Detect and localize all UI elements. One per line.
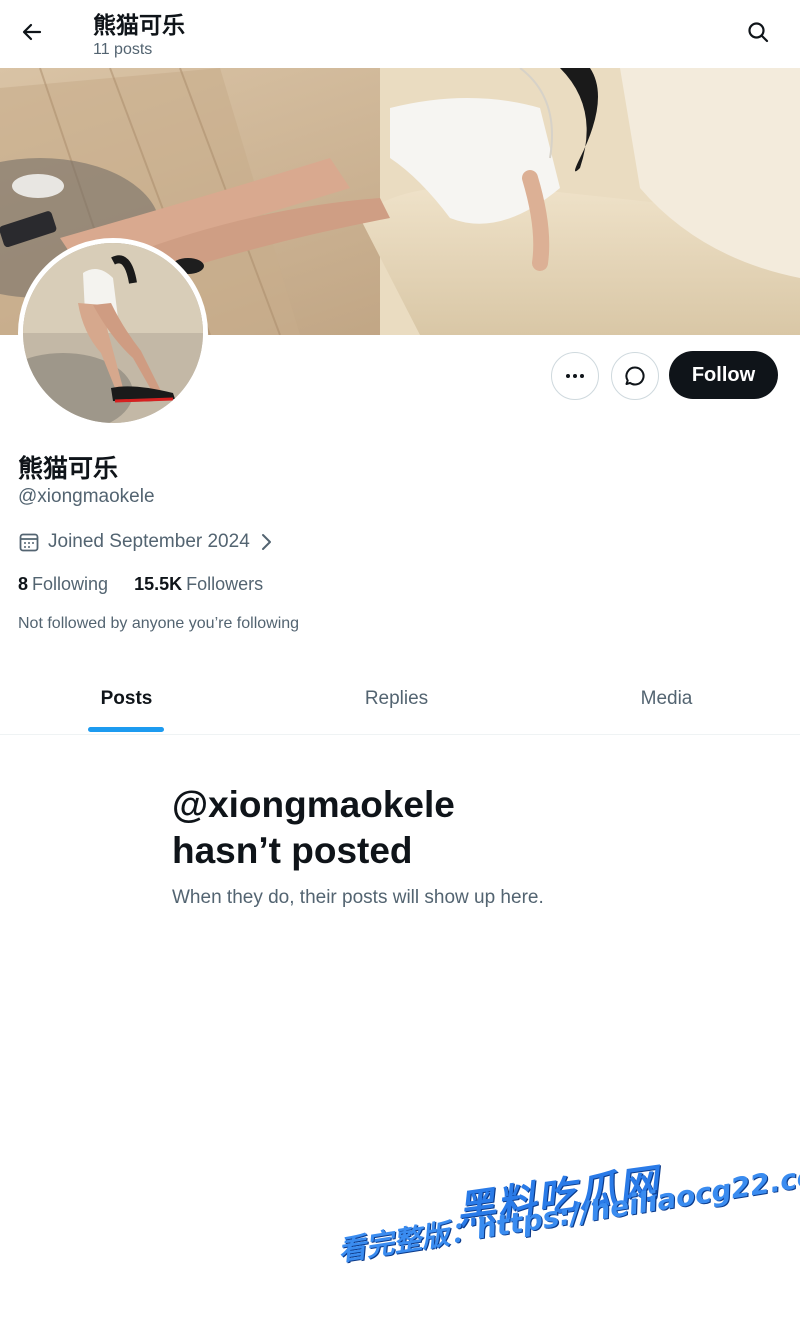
following-stat[interactable]: 8 Following	[18, 574, 108, 595]
joined-text: Joined September 2024	[48, 531, 250, 552]
message-icon	[625, 366, 645, 386]
tab-replies[interactable]: Replies	[270, 664, 523, 734]
follow-stats: 8 Following 15.5K Followers	[18, 574, 263, 595]
following-count: 8	[18, 574, 29, 594]
more-options-button[interactable]	[551, 352, 599, 400]
follow-button[interactable]: Follow	[669, 351, 778, 399]
message-button[interactable]	[611, 352, 659, 400]
joined-date[interactable]: Joined September 2024	[18, 530, 274, 554]
search-icon	[748, 22, 769, 43]
empty-state-title: @xiongmaokele hasn’t posted	[172, 782, 672, 874]
empty-state-subtitle: When they do, their posts will show up h…	[172, 887, 544, 908]
search-button[interactable]	[740, 14, 776, 50]
more-icon	[566, 374, 584, 378]
header-post-count: 11 posts	[93, 41, 153, 58]
followers-stat[interactable]: 15.5K Followers	[134, 574, 263, 595]
arrow-left-icon	[22, 23, 42, 41]
tab-media[interactable]: Media	[540, 664, 793, 734]
followers-count: 15.5K	[134, 574, 183, 594]
empty-state-title-line1: @xiongmaokele	[172, 784, 455, 825]
back-button[interactable]	[14, 14, 50, 50]
username-handle: @xiongmaokele	[18, 486, 155, 507]
header-title: 熊猫可乐	[93, 13, 185, 39]
empty-state-title-line2: hasn’t posted	[172, 830, 413, 871]
tab-posts[interactable]: Posts	[0, 664, 253, 734]
not-followed-note: Not followed by anyone you’re following	[18, 615, 300, 632]
profile-tabs: Posts Replies Media	[0, 664, 800, 735]
active-tab-indicator	[88, 727, 164, 732]
followers-label: Followers	[186, 574, 264, 594]
calendar-icon	[19, 533, 39, 552]
following-label: Following	[32, 574, 109, 594]
chevron-right-icon	[261, 534, 271, 550]
profile-header: 熊猫可乐 11 posts	[0, 0, 800, 68]
display-name: 熊猫可乐	[18, 454, 119, 483]
profile-avatar[interactable]	[18, 238, 208, 428]
